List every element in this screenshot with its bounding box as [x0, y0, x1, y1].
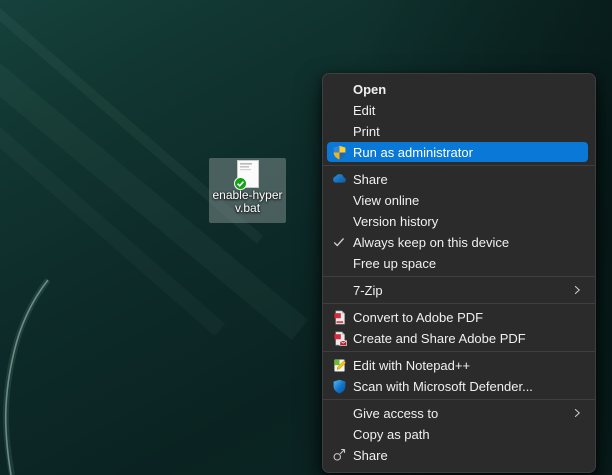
menu-separator — [323, 351, 595, 352]
menu-item-print[interactable]: Print — [327, 121, 588, 141]
menu-item-share[interactable]: Share — [327, 169, 588, 189]
menu-item-edit-with-notepad[interactable]: Edit with Notepad++ — [327, 355, 588, 375]
menu-item-create-and-share-adobe-pdf[interactable]: Create and Share Adobe PDF — [327, 328, 588, 348]
menu-item-label: Open — [353, 81, 387, 97]
menu-item-label: Copy as path — [353, 426, 430, 442]
menu-item-version-history[interactable]: Version history — [327, 211, 588, 231]
file-label-line2: v.bat — [234, 201, 261, 215]
menu-item-icon — [331, 192, 347, 208]
menu-item-view-online[interactable]: View online — [327, 190, 588, 210]
menu-item-give-access-to[interactable]: Give access to — [327, 403, 588, 423]
menu-item-edit[interactable]: Edit — [327, 100, 588, 120]
notepadpp-icon — [331, 357, 347, 373]
menu-separator — [323, 303, 595, 304]
check-icon — [331, 234, 347, 250]
defender-shield-icon — [331, 378, 347, 394]
menu-item-icon — [331, 426, 347, 442]
menu-item-label: Scan with Microsoft Defender... — [353, 378, 533, 394]
file-label: enable-hyper v.bat — [201, 189, 294, 215]
menu-item-label: Convert to Adobe PDF — [353, 309, 484, 325]
context-menu: Open Edit Print Run as administrator Sha… — [322, 73, 596, 473]
menu-item-icon — [331, 123, 347, 139]
menu-item-7-zip[interactable]: 7-Zip — [327, 280, 588, 300]
menu-item-scan-with-microsoft-defender[interactable]: Scan with Microsoft Defender... — [327, 376, 588, 396]
menu-item-free-up-space[interactable]: Free up space — [327, 253, 588, 273]
menu-item-label: Edit — [353, 102, 376, 118]
menu-item-label: Edit with Notepad++ — [353, 357, 471, 373]
menu-separator — [323, 276, 595, 277]
menu-separator — [323, 399, 595, 400]
menu-item-icon — [331, 102, 347, 118]
menu-item-open[interactable]: Open — [327, 79, 588, 99]
menu-item-label: Give access to — [353, 405, 439, 421]
onedrive-cloud-icon — [331, 171, 347, 187]
uac-shield-icon — [331, 144, 347, 160]
menu-item-label: Free up space — [353, 255, 437, 271]
menu-item-label: Version history — [353, 213, 439, 229]
chevron-right-icon — [570, 283, 584, 297]
share-icon — [331, 447, 347, 463]
menu-item-icon — [331, 282, 347, 298]
menu-item-icon — [331, 255, 347, 271]
adobe-pdf-share-icon — [331, 330, 347, 346]
bat-file-icon — [234, 160, 259, 190]
menu-item-share[interactable]: Share — [327, 445, 588, 465]
menu-item-always-keep-on-this-device[interactable]: Always keep on this device — [327, 232, 588, 252]
menu-item-label: Always keep on this device — [353, 234, 510, 250]
menu-item-icon — [331, 81, 347, 97]
menu-item-convert-to-adobe-pdf[interactable]: Convert to Adobe PDF — [327, 307, 588, 327]
menu-item-label: Print — [353, 123, 380, 139]
menu-item-label: Create and Share Adobe PDF — [353, 330, 526, 346]
menu-item-label: Share — [353, 171, 388, 187]
file-enable-hyperv-bat[interactable]: enable-hyper v.bat — [209, 158, 286, 223]
menu-item-label: Run as administrator — [353, 144, 473, 160]
menu-item-copy-as-path[interactable]: Copy as path — [327, 424, 588, 444]
menu-item-run-as-administrator[interactable]: Run as administrator — [327, 142, 588, 162]
menu-separator — [323, 165, 595, 166]
menu-item-icon — [331, 405, 347, 421]
menu-item-icon — [331, 213, 347, 229]
menu-item-label: 7-Zip — [353, 282, 383, 298]
menu-item-label: Share — [353, 447, 388, 463]
adobe-pdf-icon — [331, 309, 347, 325]
menu-item-label: View online — [353, 192, 420, 208]
chevron-right-icon — [570, 406, 584, 420]
